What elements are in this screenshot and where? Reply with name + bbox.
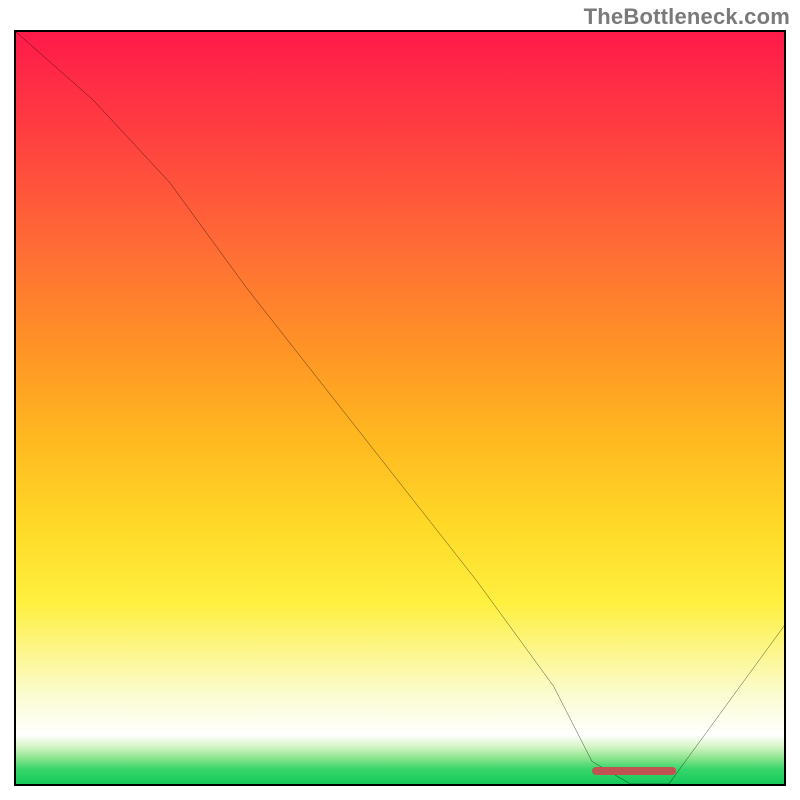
plot-area bbox=[14, 30, 786, 786]
curve-layer bbox=[16, 32, 784, 784]
attribution-label: TheBottleneck.com bbox=[584, 4, 790, 30]
bottleneck-curve-path bbox=[16, 32, 784, 784]
chart-frame: TheBottleneck.com bbox=[0, 0, 800, 800]
optimal-range-marker bbox=[592, 767, 676, 775]
